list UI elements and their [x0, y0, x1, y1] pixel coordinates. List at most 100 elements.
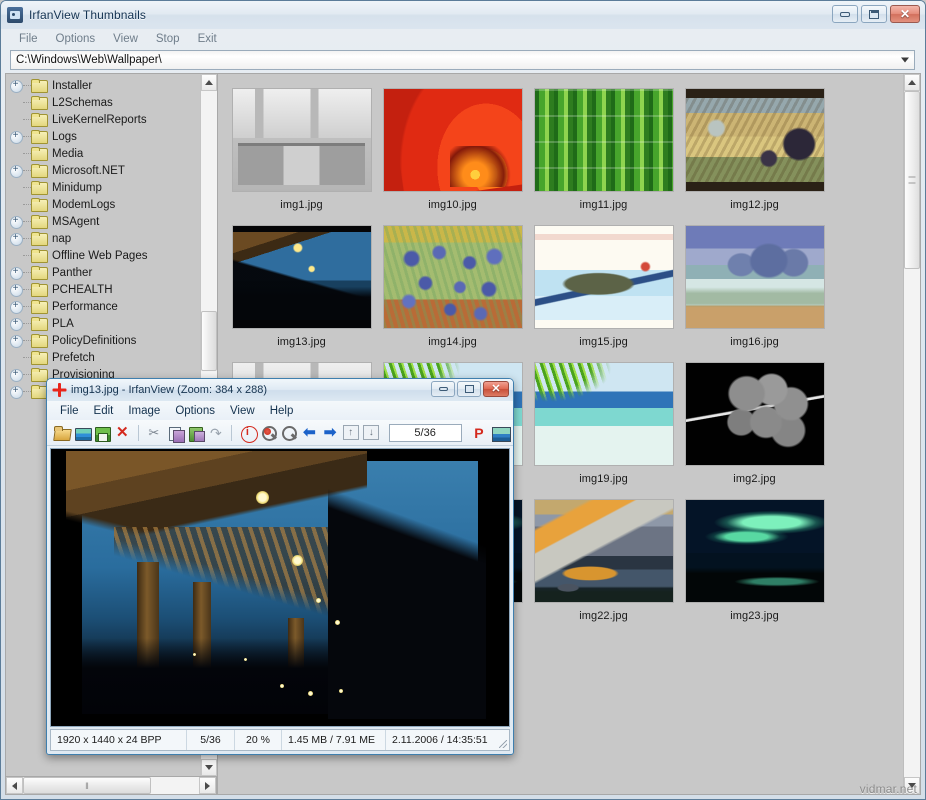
menu-item-file[interactable]: File	[11, 32, 46, 46]
tree-item-minidump[interactable]: Minidump	[6, 179, 200, 196]
tree-hscroll-right-button[interactable]	[199, 777, 216, 794]
image-counter-field[interactable]: 5/36	[389, 424, 462, 442]
thumbnail-img10[interactable]: img10.jpg	[377, 88, 528, 211]
zoom-in-icon[interactable]	[259, 423, 278, 443]
last-image-icon[interactable]: ↓	[362, 423, 381, 443]
viewer-menu-file[interactable]: File	[53, 404, 86, 418]
tree-item-media[interactable]: Media	[6, 145, 200, 162]
thumbnail-img16[interactable]: img16.jpg	[679, 225, 830, 348]
tree-item-pchealth[interactable]: PCHEALTH	[6, 281, 200, 298]
expand-icon[interactable]	[10, 335, 21, 346]
expand-icon[interactable]	[10, 369, 21, 380]
close-button[interactable]: ✕	[890, 5, 920, 23]
tree-item-nap[interactable]: nap	[6, 230, 200, 247]
expand-icon[interactable]	[10, 386, 21, 397]
tree-hscroll-left-button[interactable]	[6, 777, 23, 794]
tree-item-installer[interactable]: Installer	[6, 77, 200, 94]
thumbnail-image[interactable]	[534, 499, 674, 603]
open-with-icon[interactable]	[72, 423, 91, 443]
resize-grip-icon[interactable]	[499, 740, 507, 748]
thumbnail-image[interactable]	[534, 88, 674, 192]
print-icon[interactable]: P	[470, 423, 489, 443]
tree-item-panther[interactable]: Panther	[6, 264, 200, 281]
expand-icon[interactable]	[10, 165, 21, 176]
thumbnail-image[interactable]	[685, 362, 825, 466]
save-icon[interactable]	[92, 423, 111, 443]
thumbnail-image[interactable]	[383, 225, 523, 329]
cut-icon[interactable]: ✂	[145, 423, 164, 443]
thumbnail-image[interactable]	[232, 225, 372, 329]
viewer-minimize-button[interactable]	[431, 381, 455, 397]
thumb-scroll-thumb[interactable]	[904, 91, 920, 269]
viewer-maximize-button[interactable]	[457, 381, 481, 397]
tree-item-msagent[interactable]: MSAgent	[6, 213, 200, 230]
thumbnail-image[interactable]	[232, 88, 372, 192]
tree-item-offline-web-pages[interactable]: Offline Web Pages	[6, 247, 200, 264]
tree-item-livekernelreports[interactable]: LiveKernelReports	[6, 111, 200, 128]
expand-icon[interactable]	[10, 301, 21, 312]
expand-icon[interactable]	[10, 284, 21, 295]
thumb-scroll-track[interactable]	[904, 91, 920, 777]
tree-scroll-up-button[interactable]	[201, 74, 217, 91]
thumbnail-img15[interactable]: img15.jpg	[528, 225, 679, 348]
first-image-icon[interactable]: ↑	[341, 423, 360, 443]
tree-scroll-down-button[interactable]	[201, 759, 217, 776]
viewer-menu-view[interactable]: View	[223, 404, 262, 418]
tree-item-policydefinitions[interactable]: PolicyDefinitions	[6, 332, 200, 349]
thumbnail-img14[interactable]: img14.jpg	[377, 225, 528, 348]
slideshow-icon[interactable]	[490, 423, 509, 443]
undo-icon[interactable]: ↷	[206, 423, 225, 443]
thumbnail-img2[interactable]: img2.jpg	[679, 362, 830, 485]
thumbnail-image[interactable]	[534, 362, 674, 466]
expand-icon[interactable]	[10, 233, 21, 244]
thumbnail-vertical-scrollbar[interactable]	[903, 74, 920, 794]
expand-icon[interactable]	[10, 131, 21, 142]
expand-icon[interactable]	[10, 267, 21, 278]
thumbnail-img1[interactable]: img1.jpg	[226, 88, 377, 211]
thumbnail-img12[interactable]: img12.jpg	[679, 88, 830, 211]
tree-hscroll-track[interactable]: ‖	[23, 777, 199, 794]
tree-item-performance[interactable]: Performance	[6, 298, 200, 315]
menu-item-exit[interactable]: Exit	[190, 32, 225, 46]
menu-item-options[interactable]: Options	[48, 32, 104, 46]
next-image-icon[interactable]: ➡	[321, 423, 340, 443]
maximize-button[interactable]	[861, 5, 887, 23]
menu-item-stop[interactable]: Stop	[148, 32, 188, 46]
viewer-menu-edit[interactable]: Edit	[87, 404, 121, 418]
expand-icon[interactable]	[10, 318, 21, 329]
thumbnail-image[interactable]	[685, 88, 825, 192]
info-icon[interactable]: i	[238, 423, 257, 443]
thumbnail-img19[interactable]: img19.jpg	[528, 362, 679, 485]
tree-horizontal-scrollbar[interactable]: ‖	[5, 777, 217, 795]
tree-item-prefetch[interactable]: Prefetch	[6, 349, 200, 366]
tree-scroll-thumb[interactable]	[201, 311, 217, 371]
tree-item-l2schemas[interactable]: L2Schemas	[6, 94, 200, 111]
open-folder-icon[interactable]	[51, 423, 70, 443]
viewer-menu-options[interactable]: Options	[168, 404, 222, 418]
paste-icon[interactable]	[186, 423, 205, 443]
tree-item-pla[interactable]: PLA	[6, 315, 200, 332]
minimize-button[interactable]	[832, 5, 858, 23]
tree-item-logs[interactable]: Logs	[6, 128, 200, 145]
thumbnail-img13[interactable]: img13.jpg	[226, 225, 377, 348]
chevron-down-icon[interactable]	[901, 58, 909, 63]
tree-item-microsoft-net[interactable]: Microsoft.NET	[6, 162, 200, 179]
viewer-menu-image[interactable]: Image	[121, 404, 167, 418]
outer-title-bar[interactable]: IrfanView Thumbnails ✕	[1, 1, 925, 29]
viewer-image-canvas[interactable]	[50, 448, 510, 727]
thumbnail-img11[interactable]: img11.jpg	[528, 88, 679, 211]
previous-image-icon[interactable]: ⬅	[300, 423, 319, 443]
viewer-title-bar[interactable]: img13.jpg - IrfanView (Zoom: 384 x 288) …	[47, 379, 513, 401]
thumbnail-img23[interactable]: img23.jpg	[679, 499, 830, 622]
zoom-out-icon[interactable]	[279, 423, 298, 443]
expand-icon[interactable]	[10, 216, 21, 227]
thumbnail-image[interactable]	[685, 225, 825, 329]
thumbnail-image[interactable]	[685, 499, 825, 603]
thumbnail-image[interactable]	[383, 88, 523, 192]
tree-hscroll-thumb[interactable]: ‖	[23, 777, 151, 794]
viewer-menu-help[interactable]: Help	[263, 404, 301, 418]
address-bar[interactable]: C:\Windows\Web\Wallpaper\	[10, 50, 915, 70]
expand-icon[interactable]	[10, 80, 21, 91]
copy-icon[interactable]	[165, 423, 184, 443]
viewer-close-button[interactable]: ✕	[483, 381, 509, 397]
